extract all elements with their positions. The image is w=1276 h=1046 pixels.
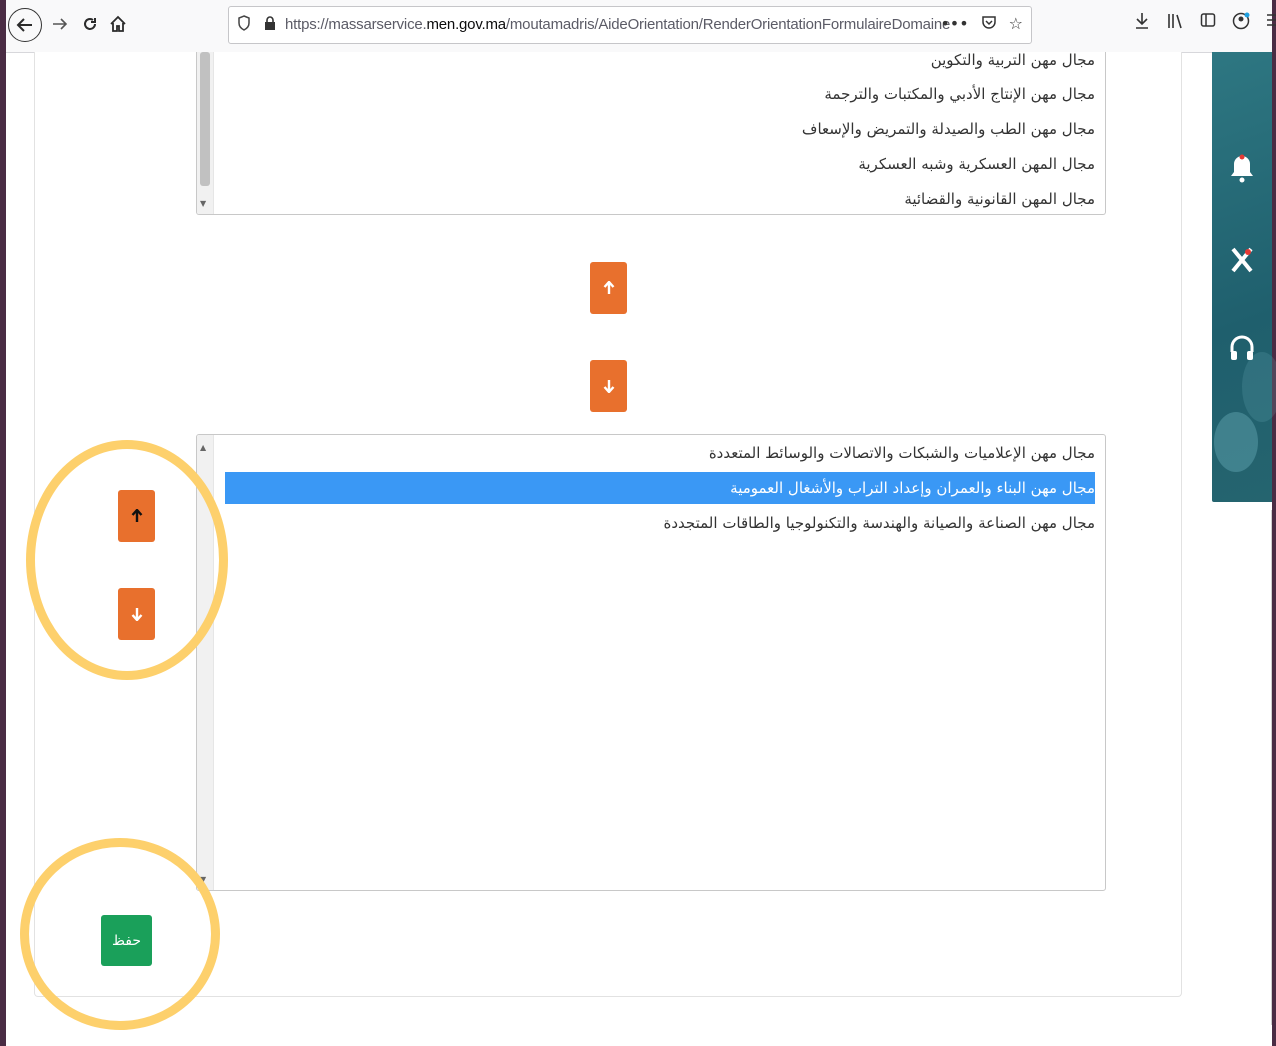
home-icon[interactable] (104, 10, 132, 38)
list-item[interactable]: مجال المهن العسكرية وشبه العسكرية (858, 148, 1095, 180)
scrollbar[interactable]: ▼ (197, 52, 214, 214)
decorative-bubble (1214, 412, 1258, 472)
list-item-selected[interactable]: مجال مهن البناء والعمران وإعداد التراب و… (225, 472, 1095, 504)
pocket-icon[interactable] (981, 14, 997, 34)
sidebar-icon[interactable] (1200, 12, 1216, 35)
available-domains-list[interactable]: ▼ مجال مهن التربية والتكوين مجال مهن الإ… (196, 52, 1106, 215)
bell-icon[interactable] (1226, 152, 1258, 184)
floating-side-panel (1212, 52, 1276, 502)
lock-icon[interactable] (263, 15, 277, 35)
shield-icon[interactable] (237, 15, 251, 35)
arrow-up-icon (603, 281, 614, 294)
download-icon[interactable] (1134, 12, 1150, 35)
url-bar[interactable]: https://massarservice.men.gov.ma/moutama… (228, 6, 1032, 44)
list-item[interactable]: مجال مهن الصناعة والصيانة والهندسة والتك… (664, 507, 1095, 539)
tools-icon[interactable] (1226, 244, 1258, 276)
window-frame-left (0, 0, 6, 1046)
back-icon[interactable] (8, 8, 42, 42)
headphones-icon[interactable] (1226, 332, 1258, 364)
toolbar-right-icons (1134, 12, 1276, 35)
profile-icon[interactable] (1232, 12, 1250, 35)
scroll-down-arrow[interactable]: ▼ (200, 199, 206, 208)
page-divider (1271, 510, 1272, 1025)
reload-icon[interactable] (76, 10, 104, 38)
selected-domains-list[interactable]: ▲ ▼ مجال مهن الإعلاميات والشبكات والاتصا… (196, 434, 1106, 891)
window-frame-right (1272, 0, 1276, 1046)
move-up-button[interactable] (590, 262, 627, 314)
highlight-circle-save (20, 838, 220, 1030)
more-icon[interactable]: ••• (940, 14, 968, 34)
browser-toolbar: https://massarservice.men.gov.ma/moutama… (6, 0, 1276, 53)
menu-icon[interactable] (1266, 12, 1276, 35)
library-icon[interactable] (1166, 12, 1184, 35)
list-item[interactable]: مجال مهن التربية والتكوين (931, 52, 1095, 76)
move-down-button[interactable] (590, 360, 627, 412)
list-item[interactable]: مجال المهن القانونية والقضائية (904, 183, 1095, 214)
url-actions: ••• ☆ (940, 14, 1023, 34)
scroll-up-arrow[interactable]: ▲ (200, 443, 206, 452)
forward-icon[interactable] (46, 10, 74, 38)
url-text: https://massarservice.men.gov.ma/moutama… (285, 16, 951, 33)
star-icon[interactable]: ☆ (1009, 14, 1023, 34)
list-item[interactable]: مجال مهن الإعلاميات والشبكات والاتصالات … (709, 437, 1095, 469)
arrow-down-icon (603, 380, 614, 393)
list-item[interactable]: مجال مهن الإنتاج الأدبي والمكتبات والترج… (824, 78, 1095, 110)
scrollbar-thumb[interactable] (200, 52, 210, 186)
list-item[interactable]: مجال مهن الطب والصيدلة والتمريض والإسعاف (802, 113, 1095, 145)
highlight-circle-reorder (26, 440, 228, 680)
